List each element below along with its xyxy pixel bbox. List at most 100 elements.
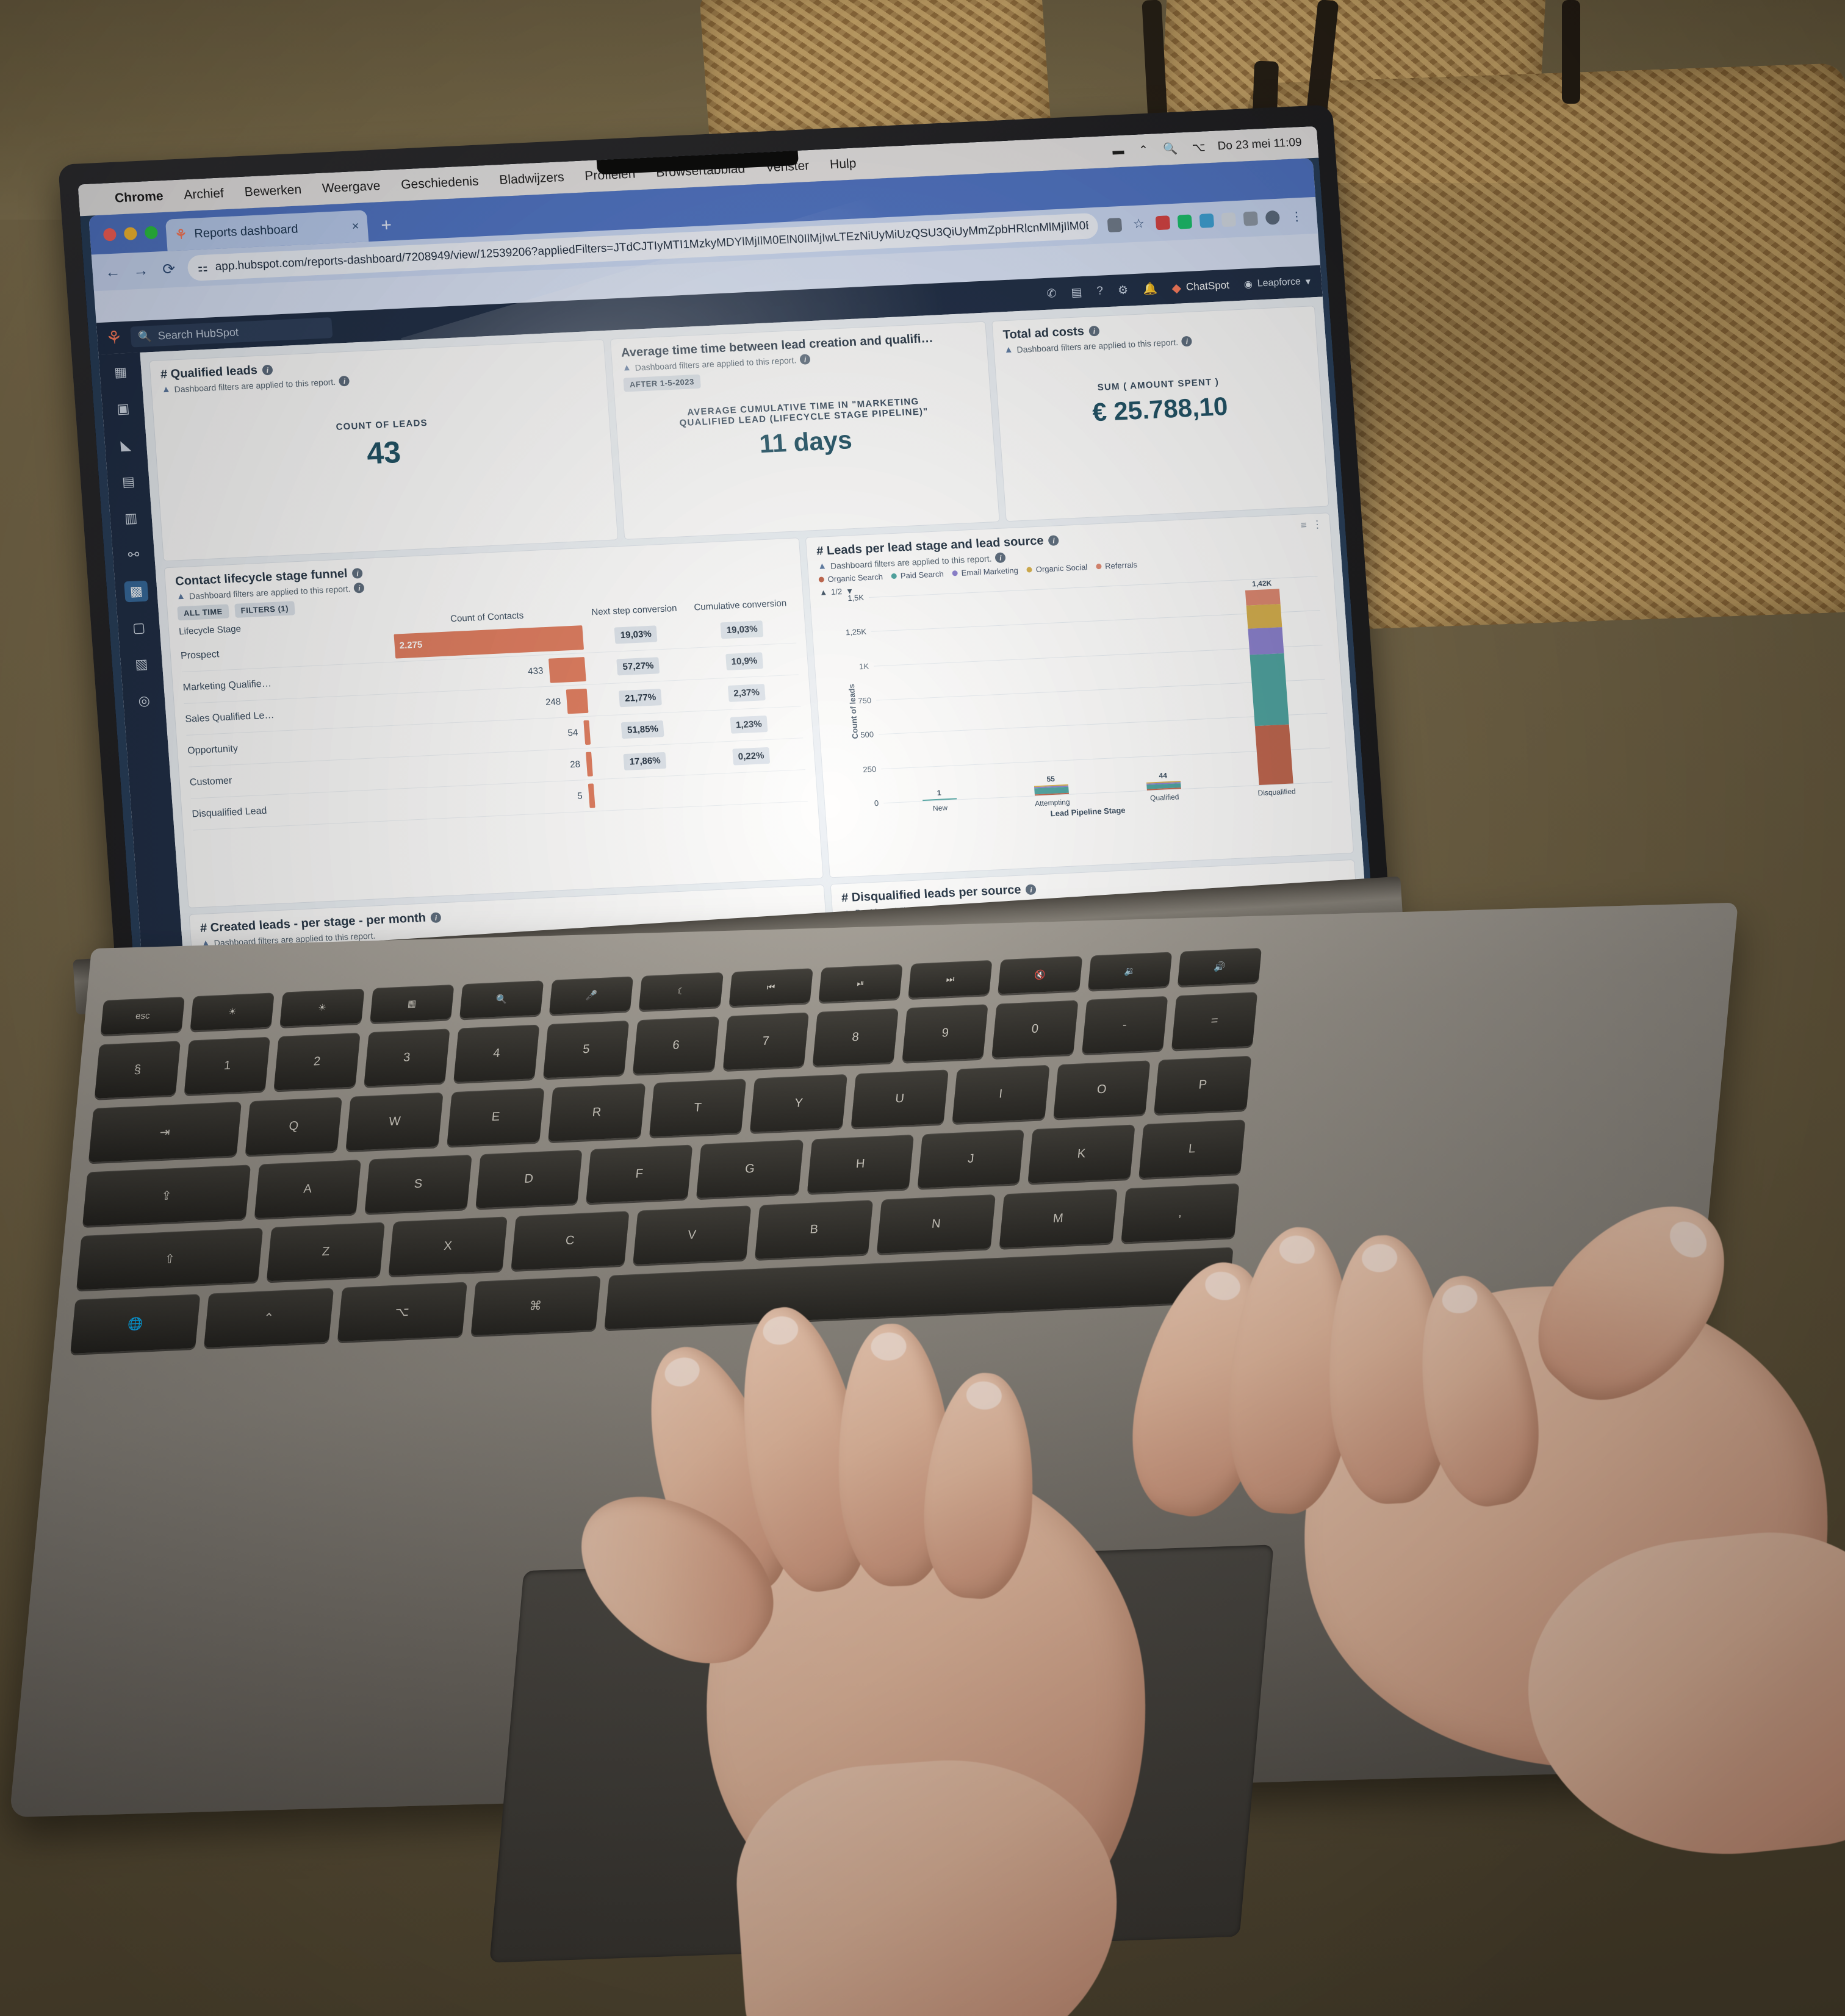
chart-bar-column[interactable]: 44 <box>1093 581 1220 792</box>
sidebar-item-reports[interactable]: ▩ <box>124 580 149 603</box>
page-settings-icon[interactable]: ⚏ <box>197 260 209 275</box>
key-p[interactable]: P <box>1154 1055 1252 1114</box>
menubar-clock[interactable]: Do 23 mei 11:09 <box>1212 135 1308 153</box>
close-window-button[interactable] <box>103 228 117 242</box>
search-input[interactable]: 🔍 Search HubSpot <box>130 317 333 348</box>
sidebar-item-automation[interactable]: ⚯ <box>121 544 146 566</box>
key-capslock[interactable]: ⇪ <box>82 1164 251 1226</box>
lastpass-icon[interactable] <box>1221 212 1237 227</box>
key-o[interactable]: O <box>1052 1060 1151 1119</box>
key-section[interactable]: § <box>94 1041 181 1099</box>
phone-icon[interactable]: ✆ <box>1046 287 1057 301</box>
reload-icon[interactable]: ⟳ <box>159 260 179 279</box>
chip-all-time[interactable]: ALL TIME <box>177 604 229 621</box>
key-4[interactable]: 4 <box>453 1024 540 1083</box>
key-shift-left[interactable]: ⇧ <box>76 1227 264 1290</box>
menu-item-weergave[interactable]: Weergave <box>311 178 391 196</box>
key-j[interactable]: J <box>917 1129 1025 1188</box>
key-q[interactable]: Q <box>245 1097 343 1155</box>
menu-item-hulp[interactable]: Hulp <box>819 156 867 173</box>
chip-filters[interactable]: FILTERS (1) <box>234 601 295 618</box>
extension-badge-icon[interactable] <box>1155 215 1171 230</box>
extension-icon[interactable] <box>1107 217 1123 232</box>
chart-bar-column[interactable]: 1,42K <box>1206 576 1333 787</box>
minimize-window-button[interactable] <box>123 226 138 240</box>
info-circle-icon[interactable]: i <box>351 568 364 579</box>
key-minus[interactable]: - <box>1081 995 1168 1054</box>
key-b[interactable]: B <box>754 1200 874 1260</box>
sidebar-item-library[interactable]: ▢ <box>126 617 151 639</box>
key-f12[interactable]: 🔊 <box>1177 947 1262 986</box>
mail-ext-icon[interactable] <box>1243 210 1259 226</box>
chip-date-range[interactable]: AFTER 1-5-2023 <box>623 374 701 392</box>
info-circle-icon[interactable]: i <box>799 354 811 365</box>
card-qualified-leads[interactable]: # Qualified leads i ▲ Dashboard filters … <box>149 339 619 562</box>
key-f6[interactable]: ☾ <box>639 972 724 1011</box>
key-v[interactable]: V <box>632 1205 752 1265</box>
chatspot-button[interactable]: ◆ ChatSpot <box>1171 278 1230 295</box>
key-2[interactable]: 2 <box>273 1032 361 1091</box>
menu-app-name[interactable]: Chrome <box>104 188 174 206</box>
key-f8[interactable]: ⏯ <box>818 964 903 1002</box>
settings-gear-icon[interactable]: ⚙ <box>1117 283 1129 298</box>
kebab-menu-icon[interactable]: ⋮ <box>1287 208 1306 224</box>
key-t[interactable]: T <box>649 1078 747 1137</box>
key-8[interactable]: 8 <box>812 1008 899 1066</box>
key-0[interactable]: 0 <box>991 1000 1079 1058</box>
key-y[interactable]: Y <box>750 1074 848 1133</box>
sidebar-item-sales[interactable]: ▥ <box>119 508 143 529</box>
key-equals[interactable]: = <box>1171 992 1258 1050</box>
pager-prev-icon[interactable]: ▲ <box>819 587 828 597</box>
window-controls[interactable] <box>98 212 167 254</box>
legend-item[interactable]: Organic Search <box>818 572 883 584</box>
key-f7[interactable]: ⏮ <box>728 968 813 1006</box>
key-z[interactable]: Z <box>266 1222 386 1282</box>
legend-item[interactable]: Paid Search <box>891 569 944 581</box>
sidebar-item-settings[interactable]: ◎ <box>132 690 156 712</box>
key-x[interactable]: X <box>388 1216 508 1276</box>
info-circle-icon[interactable]: i <box>339 375 350 387</box>
close-icon[interactable]: × <box>351 219 359 233</box>
info-circle-icon[interactable]: i <box>994 552 1006 564</box>
chart-bar-column[interactable]: 55 <box>981 587 1108 798</box>
key-f11[interactable]: 🔉 <box>1087 952 1173 990</box>
menu-item-bewerken[interactable]: Bewerken <box>234 182 312 200</box>
control-center-icon[interactable]: ⌥ <box>1184 140 1214 155</box>
key-esc[interactable]: esc <box>100 996 185 1035</box>
key-f4[interactable]: 🔍 <box>459 980 544 1019</box>
forward-icon[interactable]: → <box>131 262 151 280</box>
key-f[interactable]: F <box>586 1144 693 1204</box>
chart-menu-icon[interactable]: ≡ ⋮ <box>1300 518 1324 532</box>
shield-icon[interactable] <box>1199 213 1215 228</box>
sidebar-item-data-management[interactable]: ▧ <box>129 653 154 675</box>
sidebar-item-conversations[interactable]: ◣ <box>113 434 138 456</box>
card-total-ad-costs[interactable]: Total ad costs i ▲ Dashboard filters are… <box>991 306 1329 522</box>
key-option[interactable]: ⌥ <box>337 1282 467 1342</box>
legend-item[interactable]: Email Marketing <box>952 565 1018 578</box>
key-a[interactable]: A <box>254 1160 362 1219</box>
chart-bar-column[interactable]: 1 <box>869 592 996 803</box>
key-g[interactable]: G <box>696 1139 804 1199</box>
help-icon[interactable]: ? <box>1096 284 1104 298</box>
search-icon[interactable]: 🔍 <box>1155 141 1185 157</box>
sidebar-item-dashboards[interactable]: ▦ <box>108 362 132 384</box>
key-3[interactable]: 3 <box>364 1028 450 1086</box>
key-control[interactable]: ⌃ <box>203 1288 334 1348</box>
hubspot-sprocket-icon[interactable]: ⚘ <box>105 327 123 349</box>
key-7[interactable]: 7 <box>722 1012 809 1071</box>
info-circle-icon[interactable]: i <box>1181 335 1193 347</box>
card-average-time[interactable]: Average time time between lead creation … <box>610 321 1000 540</box>
menu-item-bladwijzers[interactable]: Bladwijzers <box>489 170 575 188</box>
account-menu[interactable]: ◉ Leapforce ▾ <box>1243 275 1311 290</box>
key-e[interactable]: E <box>447 1088 545 1146</box>
info-circle-icon[interactable]: i <box>1088 325 1100 337</box>
info-circle-icon[interactable]: i <box>430 912 442 924</box>
key-6[interactable]: 6 <box>633 1016 719 1074</box>
wifi-icon[interactable]: ⌃ <box>1131 143 1157 158</box>
key-s[interactable]: S <box>364 1154 472 1213</box>
menu-item-geschiedenis[interactable]: Geschiedenis <box>390 174 489 193</box>
maximize-window-button[interactable] <box>144 225 159 239</box>
key-n[interactable]: N <box>877 1194 996 1254</box>
notifications-bell-icon[interactable]: 🔔 <box>1142 281 1157 296</box>
card-leads-per-stage-source[interactable]: ≡ ⋮ # Leads per lead stage and lead sour… <box>805 512 1354 878</box>
